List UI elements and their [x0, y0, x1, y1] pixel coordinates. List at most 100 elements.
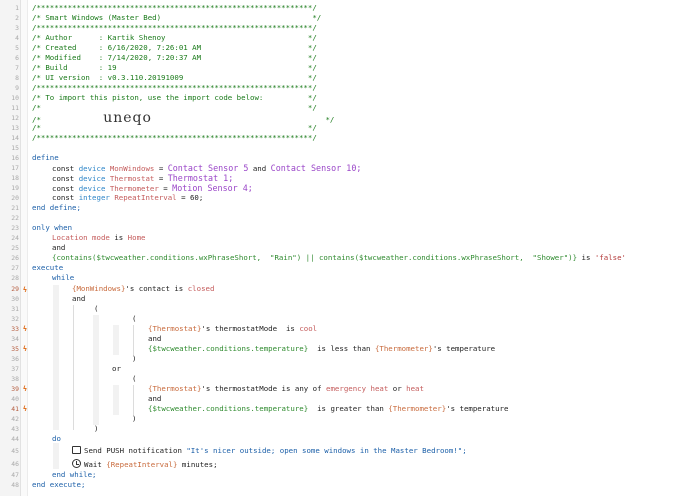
clock-icon [72, 459, 81, 468]
equals: = [158, 174, 164, 183]
line-number: 16 [11, 154, 19, 162]
thermostat-mode-condition[interactable]: {Thermostat}'s thermostatMode is cool [148, 324, 317, 334]
equals: = [181, 193, 186, 202]
lightning-flag-icon: ϟ [22, 345, 28, 353]
attribute-text: 's thermostatMode [201, 324, 278, 333]
value-cool: cool [299, 324, 318, 333]
variable-ref: {Thermostat} [148, 384, 202, 393]
lightning-flag-icon: ϟ [22, 385, 28, 393]
open-paren: ( [94, 304, 99, 313]
variable-name[interactable]: Thermostat [110, 174, 155, 183]
const-keyword: const [52, 184, 75, 193]
line-number: 9 [15, 84, 19, 92]
line-number: 41 [11, 405, 19, 413]
device-ref[interactable]: Contact Sensor 10; [271, 163, 362, 173]
variable-ref: {RepeatInterval} [106, 460, 178, 469]
line-number: 13 [11, 124, 19, 132]
contact-condition[interactable]: {MonWindows}'s contact is closed [72, 284, 214, 294]
while-keyword: while [52, 273, 75, 282]
line-number: 44 [11, 435, 19, 443]
end-define: end define; [32, 203, 81, 212]
equals: = [158, 164, 164, 173]
device-ref[interactable]: Thermostat 1; [168, 173, 234, 183]
line-number: 7 [15, 64, 19, 72]
is-operator: is [114, 233, 124, 242]
attribute-text: 's thermostatMode [201, 384, 278, 393]
task-label: Send PUSH notification [84, 446, 182, 455]
line-number: 36 [11, 355, 19, 363]
line-number: 28 [11, 274, 19, 282]
type-device: device [78, 184, 106, 193]
line-number: 37 [11, 365, 19, 373]
equals: = [163, 184, 168, 193]
push-notification-task[interactable]: Send PUSH notification "It's nicer outsi… [72, 446, 467, 456]
is-operator: is [285, 324, 295, 333]
piston-code-editor: 1 2 3 4 5 6 7 8 9 10 11 12 13 14 15 16 17 18 19 20 21 22 23 24 2… [0, 0, 690, 496]
push-message: "It's nicer outside; open some windows i… [186, 446, 467, 455]
device-ref[interactable]: Motion Sensor 4; [172, 183, 253, 193]
expression: {contains($twcweather.conditions.wxPhras… [52, 253, 578, 262]
value-closed: closed [187, 284, 215, 293]
define-thermostat: const device Thermostat = Thermostat 1; [52, 173, 233, 183]
value-heat: heat [406, 384, 424, 393]
and-keyword: and [252, 164, 267, 173]
line-number: 20 [11, 194, 19, 202]
line-number: 39 [11, 385, 19, 393]
and-operator: and [148, 394, 162, 403]
temperature-less-condition[interactable]: {$twcweather.conditions.temperature} is … [148, 344, 495, 354]
wait-task[interactable]: Wait {RepeatInterval} minutes; [72, 459, 218, 469]
or-operator: or [112, 364, 121, 373]
line-number: 17 [11, 164, 19, 172]
expression-condition[interactable]: {contains($twcweather.conditions.wxPhras… [52, 253, 626, 263]
line-number: 2 [15, 14, 19, 22]
line-number: 33 [11, 325, 19, 333]
line-number: 26 [11, 254, 19, 262]
thermostat-heat-condition[interactable]: {Thermostat}'s thermostatMode is any of … [148, 384, 424, 394]
and-operator: and [52, 243, 66, 252]
message-bubble-icon [72, 446, 81, 454]
indent-guide [53, 285, 59, 430]
define-thermometer: const device Thermometer = Motion Sensor… [52, 183, 253, 193]
indent-guide [73, 305, 74, 430]
close-paren: ) [132, 414, 137, 423]
variable-ref: {Thermometer} [388, 404, 447, 413]
expression: {$twcweather.conditions.temperature} [148, 404, 309, 413]
open-paren: ( [132, 314, 137, 323]
lightning-flag-icon: ϟ [22, 405, 28, 413]
comment-title: /* Smart Windows (Master Bed) */ [32, 13, 322, 22]
device-ref[interactable]: Contact Sensor 5 [168, 163, 249, 173]
variable-name[interactable]: RepeatInterval [114, 193, 176, 202]
mode-value: Home [127, 233, 146, 242]
line-number: 15 [11, 144, 19, 152]
integer-value[interactable]: 60; [190, 193, 203, 202]
expression: {$twcweather.conditions.temperature} [148, 344, 309, 353]
define-windows: const device MonWindows = Contact Sensor… [52, 163, 361, 173]
do-keyword: do [52, 434, 61, 443]
line-number: 27 [11, 264, 19, 272]
line-number: 12 [11, 114, 19, 122]
line-number: 6 [15, 54, 19, 62]
and-operator: and [148, 334, 162, 343]
line-number: 10 [11, 94, 19, 102]
variable-ref: {Thermometer} [374, 344, 433, 353]
line-number: 3 [15, 24, 19, 32]
location-mode-condition[interactable]: Location mode is Home [52, 233, 145, 243]
execute-keyword: execute [32, 263, 64, 272]
or-word: or [392, 384, 402, 393]
close-paren: ) [94, 424, 99, 433]
comment-import-note: /* To import this piston, use the import… [32, 93, 317, 102]
variable-name[interactable]: Thermometer [110, 184, 159, 193]
line-number: 23 [11, 224, 19, 232]
line-number: 18 [11, 174, 19, 182]
type-device: device [78, 174, 106, 183]
comment-created: /* Created : 6/16/2020, 7:26:01 AM */ [32, 43, 317, 52]
variable-name[interactable]: MonWindows [110, 164, 155, 173]
indent-guide [133, 385, 134, 415]
const-keyword: const [52, 164, 75, 173]
temperature-greater-condition[interactable]: {$twcweather.conditions.temperature} is … [148, 404, 508, 414]
end-while: end while; [52, 470, 97, 479]
line-number: 8 [15, 74, 19, 82]
line-number: 48 [11, 481, 19, 489]
line-number: 14 [11, 134, 19, 142]
comment-author: /* Author : Kartik Shenoy */ [32, 33, 317, 42]
